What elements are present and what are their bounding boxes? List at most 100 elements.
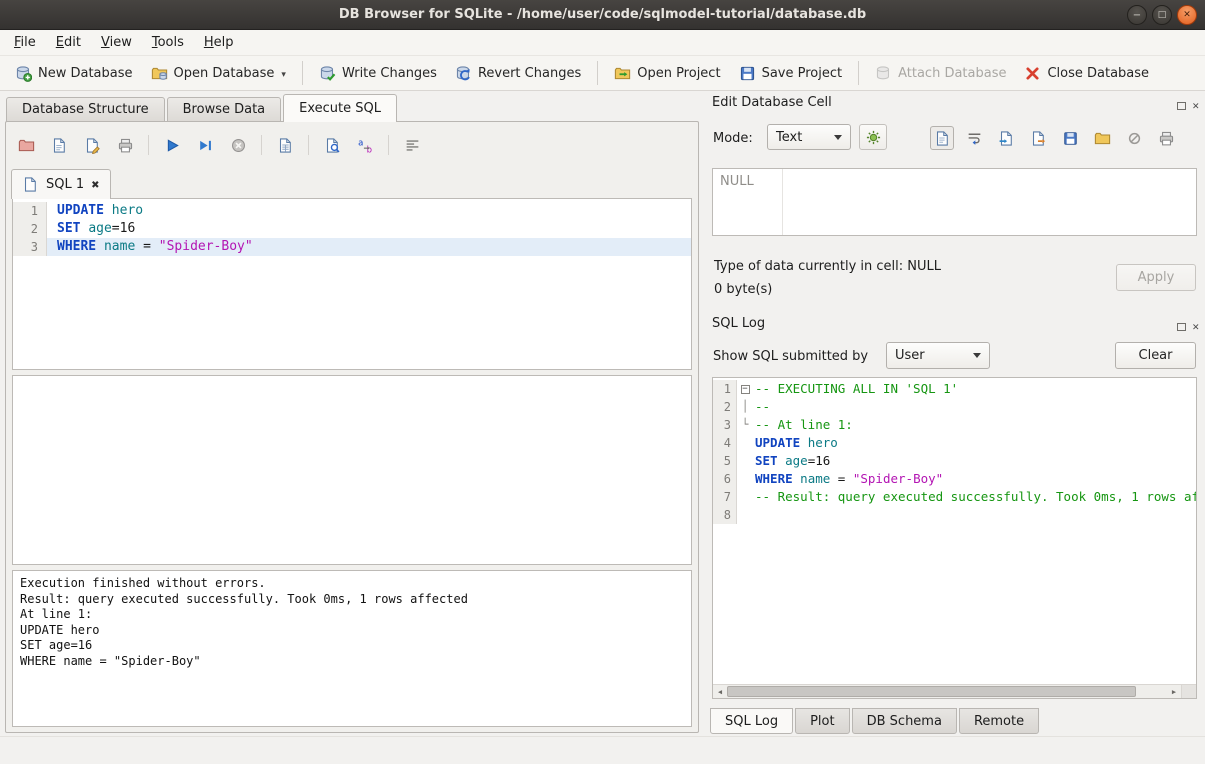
cell-size-info: 0 byte(s) [714,282,772,297]
scrollbar-thumb[interactable] [727,686,1136,697]
code-line[interactable]: 2SET age=16 [13,220,691,238]
line-number: 2 [713,398,737,416]
stop-button[interactable] [226,133,250,157]
save-sql-file-button[interactable] [47,133,71,157]
open-sql-file-button[interactable] [14,133,38,157]
print-button[interactable] [1154,126,1178,150]
tab-database-structure[interactable]: Database Structure [6,97,165,122]
line-number: 8 [713,506,737,524]
format-sql-button[interactable] [400,133,424,157]
chevron-down-icon [973,353,981,358]
fold-marker[interactable]: − [737,380,753,398]
cell-editor-toolbar [930,125,1178,151]
close-tab-icon[interactable] [91,177,99,192]
mode-combobox[interactable]: Text [767,124,851,150]
sql-editor[interactable]: 1UPDATE hero2SET age=163WHERE name = "Sp… [12,198,692,370]
horizontal-scrollbar[interactable]: ◀ ▶ [713,684,1196,698]
import-file-icon [998,130,1015,147]
set-null-button[interactable] [1122,126,1146,150]
code-line[interactable]: 7-- Result: query executed successfully.… [713,488,1196,506]
code-line[interactable]: 3└-- At line 1: [713,416,1196,434]
menu-file[interactable]: File [4,32,46,53]
dock-tab-remote[interactable]: Remote [959,708,1039,734]
menu-view[interactable]: View [91,32,142,53]
code-line[interactable]: 1UPDATE hero [13,202,691,220]
line-number: 3 [713,416,737,434]
find-button[interactable] [320,133,344,157]
menu-edit[interactable]: Edit [46,32,91,53]
open-project-button[interactable]: Open Project [605,60,729,87]
code-line[interactable]: 6WHERE name = "Spider-Boy" [713,470,1196,488]
toolbar-separator [148,135,149,155]
save-sql-as-button[interactable] [80,133,104,157]
dropdown-arrow-icon[interactable] [281,66,286,81]
line-number: 7 [713,488,737,506]
word-wrap-button[interactable] [962,126,986,150]
execute-all-icon [164,137,181,154]
load-file-icon [1094,130,1111,147]
fold-margin [737,506,753,524]
execution-message-area[interactable]: Execution finished without errors.Result… [12,570,692,727]
auto-detect-button[interactable] [859,124,887,150]
maximize-icon[interactable] [1152,5,1172,25]
save-sql-as-icon [84,137,101,154]
new-database-icon [15,65,32,82]
code-line[interactable]: 5SET age=16 [713,452,1196,470]
scroll-right-icon[interactable]: ▶ [1167,685,1181,698]
close-dock-icon[interactable] [1192,98,1200,113]
execute-current-line-button[interactable] [193,133,217,157]
replace-button[interactable]: ab [353,133,377,157]
results-grid[interactable] [12,375,692,565]
scrollbar-track[interactable] [727,685,1167,698]
menu-help[interactable]: Help [194,32,244,53]
print-button[interactable] [113,133,137,157]
code-line[interactable]: 4UPDATE hero [713,434,1196,452]
tab-execute-sql[interactable]: Execute SQL [283,94,397,122]
clear-button[interactable]: Clear [1115,342,1196,369]
code-line[interactable]: 2│-- [713,398,1196,416]
import-file-button[interactable] [994,126,1018,150]
titlebar[interactable]: DB Browser for SQLite - /home/user/code/… [0,0,1205,30]
cell-editor[interactable]: NULL [712,168,1197,236]
code-text: SET age=16 [47,220,691,238]
execute-all-button[interactable] [160,133,184,157]
code-line[interactable]: 3WHERE name = "Spider-Boy" [13,238,691,256]
sql-tab[interactable]: SQL 1 [11,169,111,199]
dock-tab-sql-log[interactable]: SQL Log [710,708,793,734]
sql-log-view[interactable]: 1−-- EXECUTING ALL IN 'SQL 1'2│--3└-- At… [712,377,1197,699]
set-null-icon [1126,130,1143,147]
text-doc-button[interactable] [930,126,954,150]
new-database-button[interactable]: New Database [6,60,142,87]
code-text: -- At line 1: [753,416,1196,434]
toolbar-button-label: Close Database [1047,66,1149,81]
main-toolbar: New DatabaseOpen Database Write ChangesRe… [0,55,1205,91]
scroll-left-icon[interactable]: ◀ [713,685,727,698]
stop-icon [230,137,247,154]
open-project-icon [614,65,631,82]
export-results-button[interactable] [273,133,297,157]
auto-detect-icon [865,129,882,146]
float-dock-icon[interactable] [1177,102,1186,110]
code-line[interactable]: 8 [713,506,1196,524]
dock-tab-db-schema[interactable]: DB Schema [852,708,957,734]
export-file-button[interactable] [1026,126,1050,150]
tab-browse-data[interactable]: Browse Data [167,97,282,122]
save-as-button[interactable] [1058,126,1082,150]
open-database-button[interactable]: Open Database [142,60,295,87]
fold-margin [737,470,753,488]
load-file-button[interactable] [1090,126,1114,150]
sql-log-filter-combobox[interactable]: User [886,342,990,369]
code-line[interactable]: 1−-- EXECUTING ALL IN 'SQL 1' [713,380,1196,398]
close-icon[interactable] [1177,5,1197,25]
close-database-button[interactable]: Close Database [1015,60,1158,87]
save-project-button[interactable]: Save Project [730,60,852,87]
write-changes-button[interactable]: Write Changes [310,60,446,87]
dock-tab-plot[interactable]: Plot [795,708,850,734]
float-dock-icon[interactable] [1177,323,1186,331]
line-number: 2 [13,220,47,238]
close-dock-icon[interactable] [1192,319,1200,334]
menu-tools[interactable]: Tools [142,32,194,53]
revert-changes-button[interactable]: Revert Changes [446,60,590,87]
minimize-icon[interactable] [1127,5,1147,25]
code-text: -- [753,398,1196,416]
